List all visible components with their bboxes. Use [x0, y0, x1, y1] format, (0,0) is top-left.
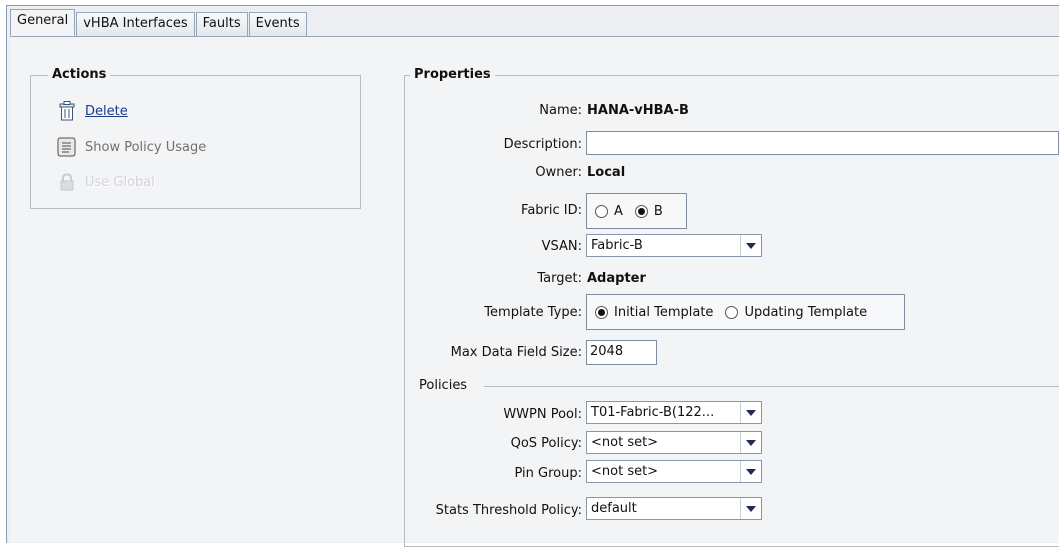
tab-events[interactable]: Events: [248, 12, 307, 36]
policies-title: Policies: [419, 378, 468, 393]
trash-icon: [56, 100, 78, 122]
wwpn-pool-select[interactable]: T01-Fabric-B(122...: [586, 401, 762, 424]
max-data-field-size-input[interactable]: 2048: [586, 340, 657, 365]
delete-link[interactable]: Delete: [85, 104, 128, 119]
fabric-id-label: Fabric ID:: [521, 203, 582, 218]
use-global-label: Use Global: [85, 174, 155, 190]
name-label: Name:: [539, 103, 582, 118]
description-label: Description:: [503, 137, 582, 152]
actions-title: Actions: [48, 67, 111, 82]
owner-label: Owner:: [535, 165, 582, 180]
wwpn-pool-label: WWPN Pool:: [503, 407, 582, 422]
updating-template-label: Updating Template: [744, 304, 868, 320]
pin-group-value: <not set>: [591, 464, 659, 479]
owner-value: Local: [587, 165, 626, 180]
max-data-field-size-value: 2048: [590, 344, 624, 359]
name-value: HANA-vHBA-B: [587, 103, 689, 118]
fabric-option-a[interactable]: A: [595, 204, 623, 219]
lock-icon: [56, 171, 78, 193]
fabric-id-radio-group: A B: [586, 193, 687, 229]
template-option-initial[interactable]: Initial Template: [595, 305, 713, 320]
target-label: Target:: [537, 271, 582, 286]
stats-threshold-policy-value: default: [591, 501, 637, 516]
stats-threshold-policy-select[interactable]: default: [586, 497, 762, 520]
chevron-down-icon[interactable]: [740, 402, 761, 423]
tab-vhba-interfaces[interactable]: vHBA Interfaces: [76, 12, 195, 36]
qos-policy-select[interactable]: <not set>: [586, 431, 762, 454]
chevron-down-icon[interactable]: [740, 235, 761, 256]
max-data-field-size-label: Max Data Field Size:: [450, 345, 582, 360]
vsan-select[interactable]: Fabric-B: [586, 234, 762, 257]
updating-template-radio[interactable]: [725, 305, 739, 319]
tab-faults[interactable]: Faults: [195, 12, 248, 36]
vsan-label: VSAN:: [541, 239, 582, 254]
qos-policy-value: <not set>: [591, 435, 659, 450]
description-field[interactable]: [586, 131, 1059, 155]
delete-action[interactable]: Delete: [56, 100, 128, 122]
fabric-a-radio[interactable]: [595, 204, 608, 218]
fabric-b-radio[interactable]: [634, 204, 648, 218]
pin-group-label: Pin Group:: [514, 466, 583, 481]
chevron-down-icon[interactable]: [740, 432, 761, 453]
show-policy-usage-action[interactable]: Show Policy Usage: [56, 136, 206, 158]
chevron-down-icon[interactable]: [740, 461, 761, 482]
wwpn-pool-value: T01-Fabric-B(122...: [591, 405, 715, 420]
template-type-label: Template Type:: [484, 305, 582, 320]
tab-bar: General vHBA Interfaces Faults Events: [10, 9, 308, 36]
chevron-down-icon[interactable]: [740, 498, 761, 519]
initial-template-radio[interactable]: [595, 305, 608, 319]
pin-group-select[interactable]: <not set>: [586, 460, 762, 483]
show-policy-usage-label: Show Policy Usage: [85, 139, 207, 155]
target-value: Adapter: [587, 271, 646, 286]
properties-title: Properties: [410, 67, 495, 82]
policies-divider: [484, 386, 1059, 387]
stats-threshold-policy-label: Stats Threshold Policy:: [435, 503, 582, 518]
fabric-b-label: B: [653, 203, 663, 219]
template-type-radio-group: Initial Template Updating Template: [586, 294, 905, 330]
use-global-action: Use Global: [56, 171, 155, 193]
initial-template-label: Initial Template: [614, 304, 714, 320]
tab-general[interactable]: General: [10, 9, 76, 36]
fabric-option-b[interactable]: B: [634, 203, 663, 219]
fabric-a-label: A: [614, 203, 623, 219]
qos-policy-label: QoS Policy:: [510, 436, 582, 451]
vsan-value: Fabric-B: [591, 238, 643, 253]
template-option-updating[interactable]: Updating Template: [725, 305, 867, 320]
scroll-icon: [56, 136, 78, 158]
